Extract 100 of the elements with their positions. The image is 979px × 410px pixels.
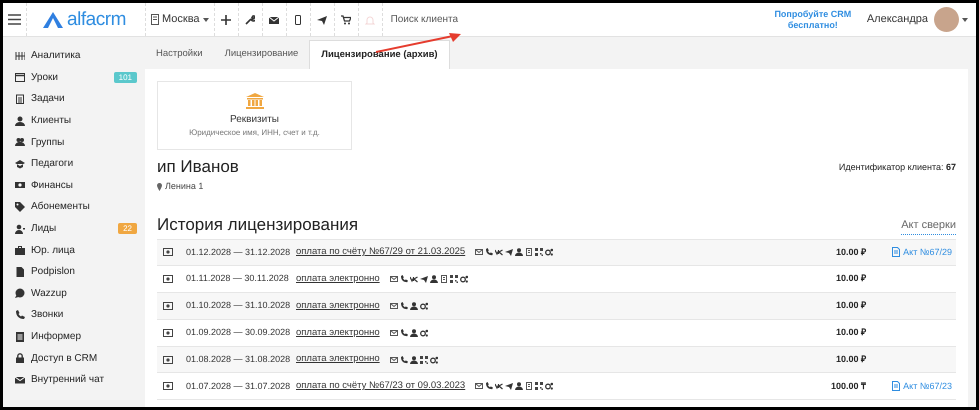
city-dropdown[interactable]: Москва [146, 3, 215, 36]
period-text: 01.07.2028 — 31.07.2028 [186, 380, 292, 393]
client-name: ип Иванов [157, 156, 239, 178]
vk-icon [495, 248, 504, 256]
payment-link[interactable]: оплата электронно [296, 272, 380, 286]
user-icon [15, 116, 25, 126]
sidebar-item[interactable]: Юр. лица [31, 242, 137, 258]
amount-text: 10.00 ₽ [834, 272, 866, 286]
send-icon [505, 248, 514, 256]
requisites-card[interactable]: Реквизиты Юридическое имя, ИНН, счет и т.д. [157, 81, 352, 150]
gears-icon [420, 328, 428, 337]
reconcile-link[interactable]: Акт сверки [901, 217, 956, 234]
mobile-phone-icon[interactable] [293, 14, 304, 24]
envelope-icon [15, 374, 25, 385]
card-title: Реквизиты [230, 112, 279, 126]
sidebar-item[interactable]: Задачи [31, 91, 137, 106]
tag-icon [15, 202, 25, 212]
columns-icon [15, 50, 25, 61]
amount-text: 100.00 ₸ [830, 380, 866, 393]
gears-icon [420, 302, 428, 310]
vk-icon [410, 275, 418, 284]
sidebar-item[interactable]: Группы [31, 134, 137, 150]
gears-icon [430, 356, 438, 364]
tab[interactable]: Настройки [145, 40, 214, 69]
money-icon [163, 328, 173, 337]
lock-icon [15, 353, 25, 364]
briefcase-icon [15, 245, 25, 256]
phone-icon [400, 275, 408, 284]
sidebar-item[interactable]: Лиды [31, 221, 112, 236]
amount-text: 10.00 ₽ [834, 326, 866, 340]
plus-icon[interactable] [221, 14, 232, 24]
caret-icon [202, 18, 209, 22]
amount-text: 10.00 ₽ [834, 352, 866, 366]
gears-icon [545, 382, 554, 390]
user-icon [515, 248, 524, 256]
period-text: 01.09.2028 — 30.09.2028 [186, 326, 292, 340]
user-icon [410, 328, 418, 337]
amount-text: 10.00 ₽ [834, 299, 866, 312]
envelope-icon [390, 275, 398, 284]
phone-icon [400, 356, 408, 364]
building-icon [151, 14, 159, 25]
gears-icon [460, 275, 468, 284]
gears-icon [545, 248, 554, 256]
document-icon [892, 381, 900, 392]
logo-icon [43, 12, 63, 28]
card-subtitle: Юридическое имя, ИНН, счет и т.д. [189, 126, 320, 138]
vk-icon [495, 382, 504, 390]
wrench-icon[interactable] [245, 14, 256, 24]
chat-bubble-icon [15, 288, 25, 298]
period-text: 01.11.2028 — 30.11.2028 [186, 272, 290, 286]
user-icon [430, 275, 438, 284]
caret-icon[interactable] [962, 18, 968, 22]
payment-link[interactable]: оплата электронно [296, 326, 380, 340]
promo-link[interactable]: Попробуйте CRM бесплатно! [772, 8, 853, 30]
building-icon [440, 275, 448, 284]
money-icon [163, 302, 173, 310]
document-icon [892, 247, 900, 258]
user-icon [515, 382, 524, 390]
phone-icon [400, 302, 408, 310]
period-text: 01.12.2028 — 31.12.2028 [186, 246, 292, 259]
building-icon [525, 382, 534, 390]
act-link[interactable]: Акт №67/23 [903, 380, 952, 394]
envelope-icon [390, 356, 398, 364]
file-icon [15, 266, 25, 277]
sidebar-item[interactable]: Педагоги [31, 156, 137, 172]
phone-icon [400, 328, 408, 337]
tab[interactable]: Лицензирование (архив) [309, 40, 450, 69]
phone-icon [485, 248, 494, 256]
cart-icon[interactable] [341, 14, 352, 24]
envelope-icon [475, 382, 484, 390]
sidebar-item[interactable]: Podpislon [31, 264, 137, 280]
sidebar-item[interactable]: Информер [31, 329, 137, 344]
payment-link[interactable]: оплата электронно [296, 352, 380, 367]
user-plus-icon [15, 224, 25, 234]
payment-link[interactable]: оплата по счёту №67/23 от 09.03.2023 [296, 379, 466, 394]
sidebar-item[interactable]: Аналитика [31, 48, 137, 64]
sidebar-item[interactable]: Звонки [31, 307, 137, 322]
sidebar-item[interactable]: Внутренний чат [31, 372, 137, 388]
client-id: Идентификатор клиента: 67 [838, 161, 956, 174]
send-icon [505, 382, 514, 390]
logo-text: alfacrm [67, 10, 126, 29]
sidebar-item[interactable]: Доступ в CRM [31, 350, 137, 366]
sidebar-item[interactable]: Клиенты [31, 113, 137, 128]
send-icon [420, 275, 428, 284]
sidebar-item[interactable]: Wazzup [31, 286, 137, 301]
send-icon[interactable] [317, 14, 328, 24]
sidebar-item[interactable]: Уроки [31, 70, 108, 85]
count-badge: 101 [114, 72, 137, 83]
sidebar-item[interactable]: Абонементы [31, 199, 137, 214]
client-address: Ленина 1 [165, 180, 204, 193]
envelope-icon[interactable] [269, 14, 280, 24]
map-pin-icon [157, 182, 162, 191]
qr-code-icon [450, 275, 458, 284]
payment-link[interactable]: оплата по счёту №67/29 от 21.03.2025 [296, 245, 466, 260]
tab[interactable]: Лицензирование [214, 40, 310, 69]
user-name[interactable]: Александра [866, 11, 928, 28]
period-text: 01.08.2028 — 31.08.2028 [186, 352, 292, 366]
period-text: 01.10.2028 — 31.10.2028 [186, 299, 292, 312]
sidebar-item[interactable]: Финансы [31, 178, 137, 193]
payment-link[interactable]: оплата электронно [296, 298, 380, 314]
